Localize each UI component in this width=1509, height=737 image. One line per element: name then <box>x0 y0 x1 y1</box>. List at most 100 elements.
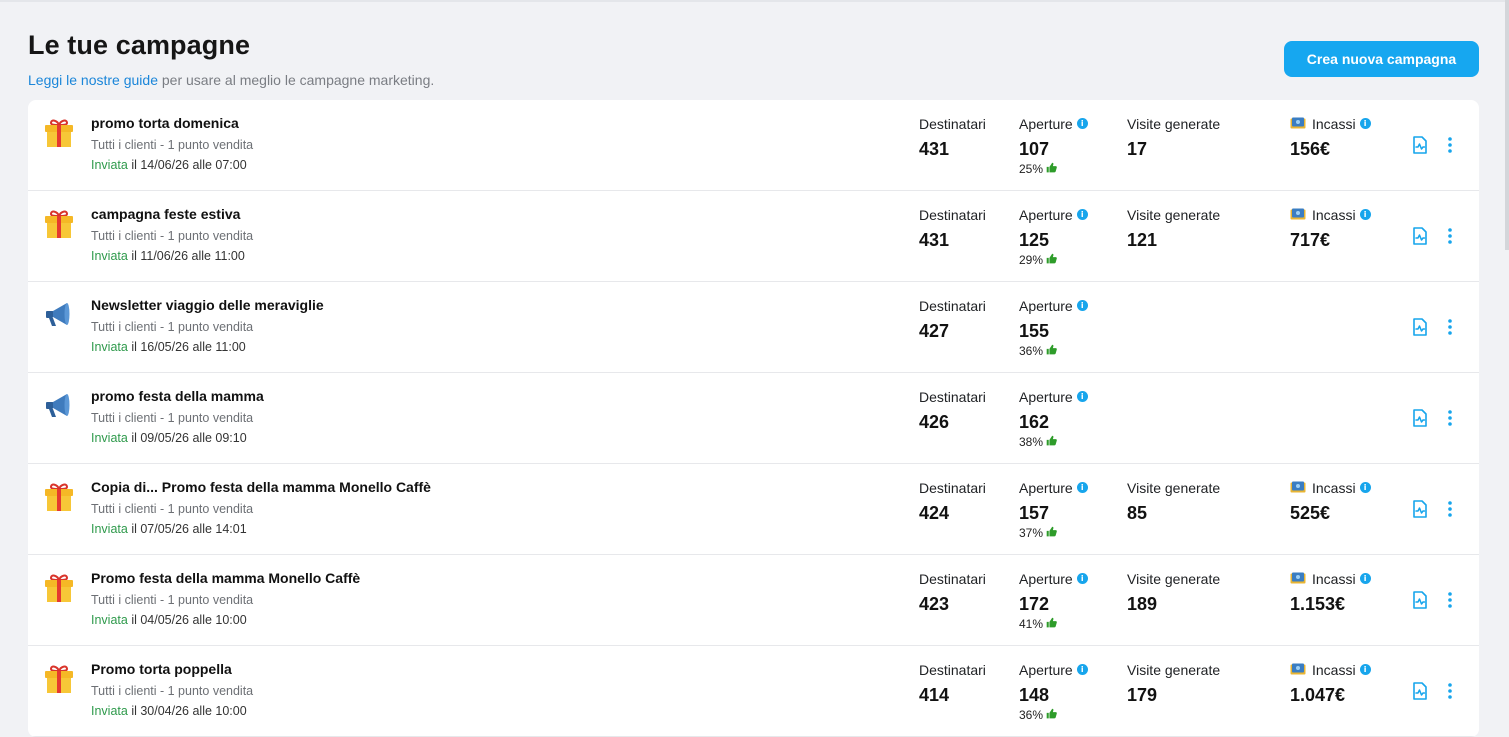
info-icon[interactable]: i <box>1076 300 1088 311</box>
more-options-icon[interactable] <box>1440 681 1460 701</box>
revenue-label-text: Incassi <box>1312 570 1356 587</box>
opens-value: 157 <box>1019 503 1050 523</box>
info-icon[interactable]: i <box>1359 209 1371 220</box>
gift-icon <box>42 116 76 150</box>
visits-value: 17 <box>1127 139 1148 159</box>
send-date: il 11/06/26 alle 11:00 <box>127 249 245 263</box>
opens-label-text: Aperture <box>1019 570 1073 587</box>
recipients-label: Destinatari <box>919 479 986 496</box>
visits-label-text: Visite generate <box>1127 661 1221 678</box>
cash-icon <box>1290 207 1306 223</box>
campaign-target: Tutti i clienti - 1 punto vendita <box>91 684 254 698</box>
campaign-name[interactable]: Newsletter viaggio delle meraviglie <box>91 297 324 313</box>
recipients-metric: Destinatari 426 <box>919 388 986 433</box>
revenue-value: 1.153€ <box>1290 594 1346 614</box>
recipients-value: 424 <box>919 503 950 523</box>
report-icon[interactable] <box>1410 135 1430 155</box>
create-campaign-button[interactable]: Crea nuova campagna <box>1284 41 1479 77</box>
opens-value: 155 <box>1019 321 1050 341</box>
campaign-status: Inviata il 16/05/26 alle 11:00 <box>91 340 246 354</box>
guide-link[interactable]: Leggi le nostre guide <box>28 72 158 88</box>
info-icon[interactable]: i <box>1076 573 1088 584</box>
opens-label: Aperture i <box>1019 570 1088 587</box>
subtitle-text: per usare al meglio le campagne marketin… <box>158 72 435 88</box>
info-icon[interactable]: i <box>1359 573 1371 584</box>
more-options-icon[interactable] <box>1440 317 1460 337</box>
campaign-row[interactable]: promo torta domenica Tutti i clienti - 1… <box>28 100 1479 191</box>
report-icon[interactable] <box>1410 408 1430 428</box>
recipients-label-text: Destinatari <box>919 206 986 223</box>
campaign-list: promo torta domenica Tutti i clienti - 1… <box>28 100 1479 737</box>
more-options-icon[interactable] <box>1440 135 1460 155</box>
campaign-name[interactable]: Promo festa della mamma Monello Caffè <box>91 570 360 586</box>
more-options-icon[interactable] <box>1440 226 1460 246</box>
cash-icon <box>1290 480 1306 496</box>
report-icon[interactable] <box>1410 681 1430 701</box>
visits-label: Visite generate <box>1127 479 1220 496</box>
campaign-target: Tutti i clienti - 1 punto vendita <box>91 502 254 516</box>
visits-metric: Visite generate 189 <box>1127 570 1220 615</box>
campaign-status: Inviata il 09/05/26 alle 09:10 <box>91 431 247 445</box>
campaign-row[interactable]: campagna feste estiva Tutti i clienti - … <box>28 191 1479 282</box>
info-icon[interactable]: i <box>1076 209 1088 220</box>
info-icon[interactable]: i <box>1076 664 1088 675</box>
recipients-metric: Destinatari 423 <box>919 570 986 615</box>
campaign-status: Inviata il 14/06/26 alle 07:00 <box>91 158 247 172</box>
thumbs-up-icon <box>1046 708 1057 722</box>
send-date: il 09/05/26 alle 09:10 <box>127 431 247 445</box>
thumbs-up-icon <box>1046 344 1057 358</box>
info-icon[interactable]: i <box>1359 118 1371 129</box>
campaign-row[interactable]: promo festa della mamma Tutti i clienti … <box>28 373 1479 464</box>
opens-label-text: Aperture <box>1019 388 1073 405</box>
recipients-label-text: Destinatari <box>919 479 986 496</box>
opens-label: Aperture i <box>1019 479 1088 496</box>
more-options-icon[interactable] <box>1440 590 1460 610</box>
campaign-target: Tutti i clienti - 1 punto vendita <box>91 229 254 243</box>
campaign-name[interactable]: campagna feste estiva <box>91 206 240 222</box>
campaign-row[interactable]: Promo festa della mamma Monello Caffè Tu… <box>28 555 1479 646</box>
recipients-value: 423 <box>919 594 950 614</box>
campaign-name[interactable]: promo torta domenica <box>91 115 239 131</box>
campaign-target: Tutti i clienti - 1 punto vendita <box>91 320 254 334</box>
revenue-label: Incassi i <box>1290 206 1371 223</box>
campaign-name[interactable]: promo festa della mamma <box>91 388 264 404</box>
opens-label-text: Aperture <box>1019 115 1073 132</box>
recipients-value: 431 <box>919 139 950 159</box>
more-options-icon[interactable] <box>1440 499 1460 519</box>
campaign-row[interactable]: Copia di... Promo festa della mamma Mone… <box>28 464 1479 555</box>
info-icon[interactable]: i <box>1076 482 1088 493</box>
info-icon[interactable]: i <box>1076 118 1088 129</box>
visits-value: 121 <box>1127 230 1158 250</box>
info-icon[interactable]: i <box>1359 664 1371 675</box>
campaign-row[interactable]: Newsletter viaggio delle meraviglie Tutt… <box>28 282 1479 373</box>
visits-label: Visite generate <box>1127 661 1220 678</box>
recipients-label: Destinatari <box>919 661 986 678</box>
revenue-label: Incassi i <box>1290 479 1371 496</box>
info-icon[interactable]: i <box>1076 391 1088 402</box>
report-icon[interactable] <box>1410 317 1430 337</box>
page-scrollbar[interactable] <box>1505 0 1509 250</box>
more-options-icon[interactable] <box>1440 408 1460 428</box>
revenue-label: Incassi i <box>1290 661 1371 678</box>
info-icon[interactable]: i <box>1359 482 1371 493</box>
thumbs-up-icon <box>1046 253 1057 267</box>
report-icon[interactable] <box>1410 499 1430 519</box>
campaign-name[interactable]: Promo torta poppella <box>91 661 232 677</box>
report-icon[interactable] <box>1410 590 1430 610</box>
report-icon[interactable] <box>1410 226 1430 246</box>
revenue-value: 1.047€ <box>1290 685 1346 705</box>
opens-label: Aperture i <box>1019 661 1088 678</box>
campaign-row[interactable]: Promo torta poppella Tutti i clienti - 1… <box>28 646 1479 737</box>
opens-label-text: Aperture <box>1019 479 1073 496</box>
opens-metric: Aperture i 155 36% <box>1019 297 1088 358</box>
campaign-name[interactable]: Copia di... Promo festa della mamma Mone… <box>91 479 431 495</box>
visits-value: 189 <box>1127 594 1158 614</box>
recipients-value: 427 <box>919 321 950 341</box>
visits-label: Visite generate <box>1127 570 1220 587</box>
visits-label-text: Visite generate <box>1127 570 1221 587</box>
gift-icon <box>42 662 76 696</box>
visits-metric: Visite generate 85 <box>1127 479 1220 524</box>
recipients-value: 431 <box>919 230 950 250</box>
revenue-label-text: Incassi <box>1312 661 1356 678</box>
visits-metric: Visite generate 17 <box>1127 115 1220 160</box>
